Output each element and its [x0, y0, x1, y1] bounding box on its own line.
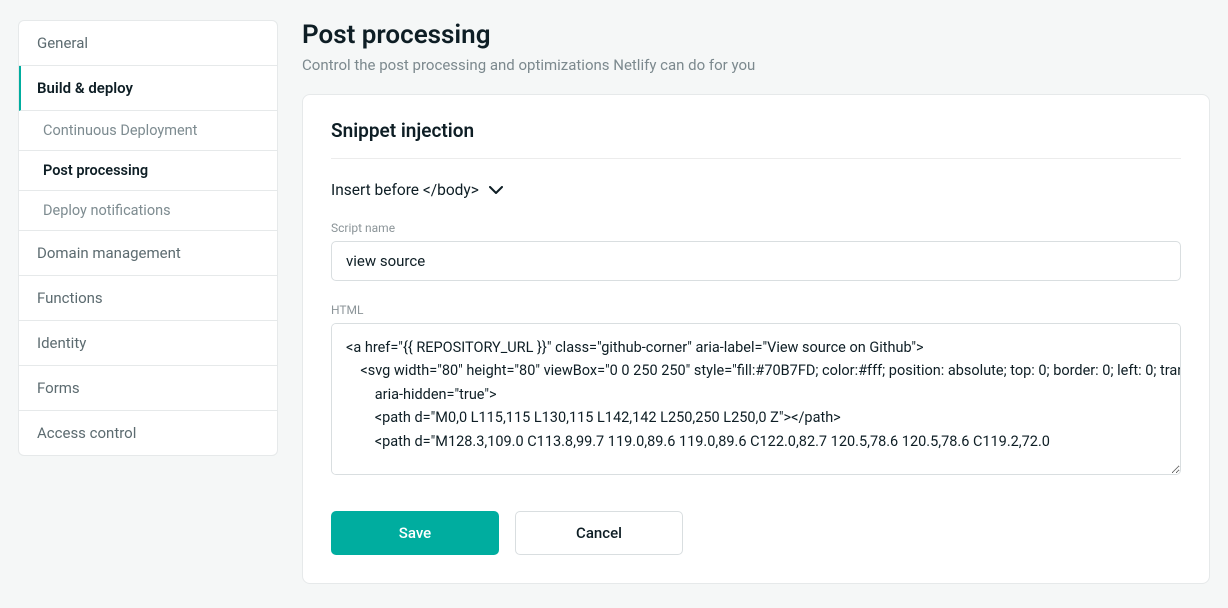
cancel-button[interactable]: Cancel [515, 511, 683, 555]
card-title: Snippet injection [331, 119, 1181, 159]
sidebar-subitem-post-processing[interactable]: Post processing [19, 151, 277, 191]
script-name-label: Script name [331, 221, 1181, 235]
save-button[interactable]: Save [331, 511, 499, 555]
html-textarea[interactable] [331, 323, 1181, 475]
main-content: Post processing Control the post process… [302, 20, 1210, 608]
page-subtitle: Control the post processing and optimiza… [302, 56, 1210, 74]
sidebar-item-domain-management[interactable]: Domain management [19, 231, 277, 276]
page-title: Post processing [302, 20, 1210, 50]
html-label: HTML [331, 303, 1181, 317]
sidebar-item-build-deploy[interactable]: Build & deploy [19, 66, 277, 111]
insert-position-label: Insert before </body> [331, 181, 479, 199]
button-row: Save Cancel [331, 511, 1181, 555]
settings-sidebar: General Build & deploy Continuous Deploy… [18, 20, 278, 456]
sidebar-item-forms[interactable]: Forms [19, 366, 277, 411]
sidebar-item-functions[interactable]: Functions [19, 276, 277, 321]
insert-position-select[interactable]: Insert before </body> [331, 181, 1181, 199]
script-name-input[interactable] [331, 241, 1181, 281]
sidebar-subitem-continuous-deployment[interactable]: Continuous Deployment [19, 111, 277, 151]
sidebar-subitem-deploy-notifications[interactable]: Deploy notifications [19, 191, 277, 231]
sidebar-item-identity[interactable]: Identity [19, 321, 277, 366]
sidebar-item-access-control[interactable]: Access control [19, 411, 277, 455]
sidebar-item-general[interactable]: General [19, 21, 277, 66]
chevron-down-icon [489, 186, 503, 195]
snippet-injection-card: Snippet injection Insert before </body> … [302, 94, 1210, 584]
